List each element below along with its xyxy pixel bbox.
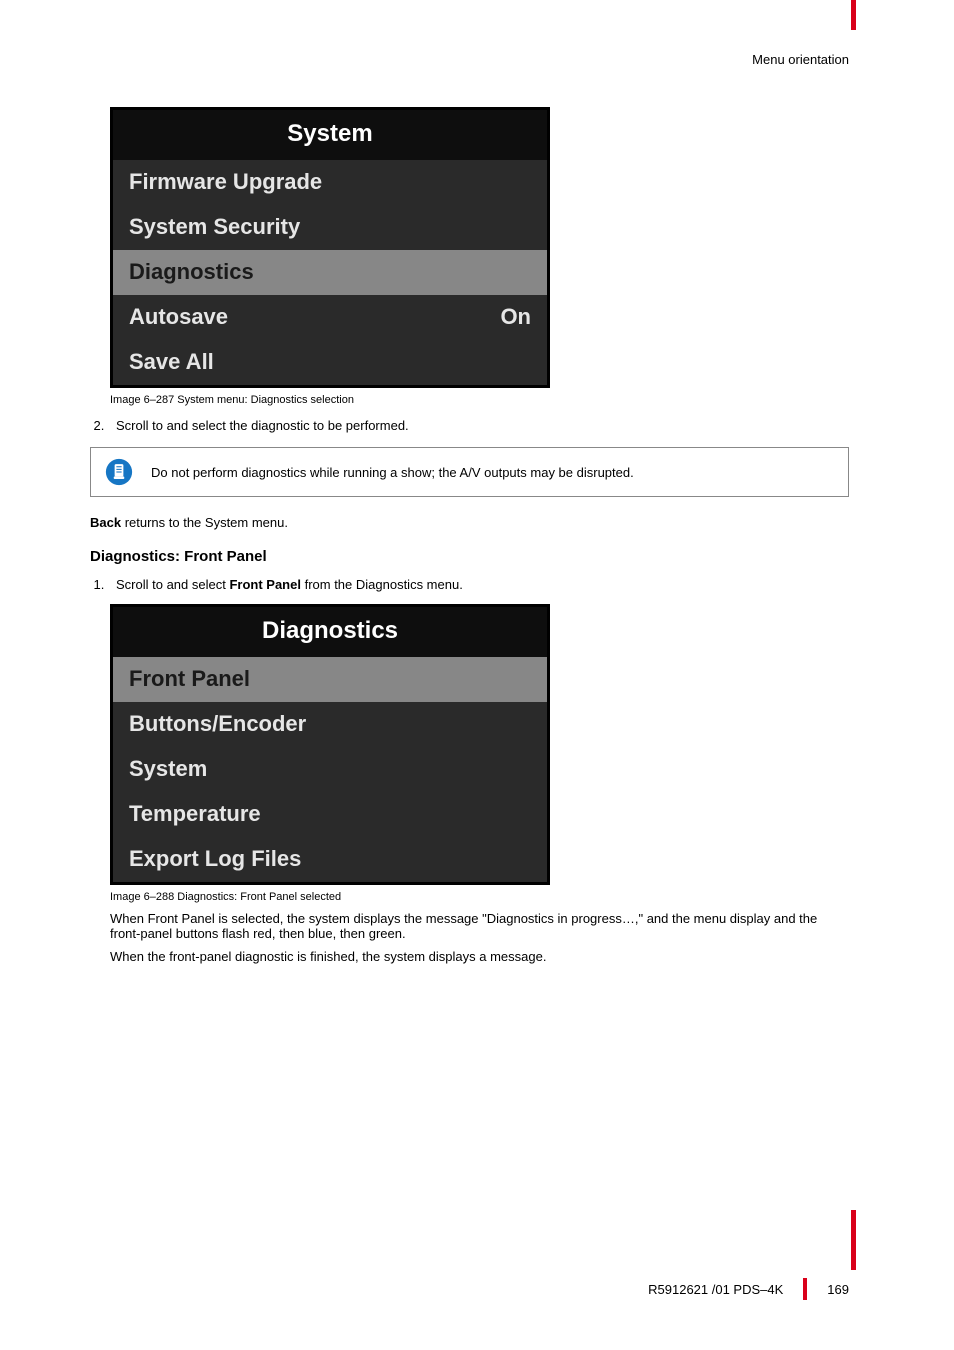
menu-item-label: Firmware Upgrade: [129, 169, 322, 195]
figure-caption-2: Image 6–288 Diagnostics: Front Panel sel…: [110, 891, 849, 903]
diagnostics-menu-title: Diagnostics: [113, 607, 547, 657]
step-1-suffix: from the Diagnostics menu.: [301, 577, 463, 592]
note-text: Do not perform diagnostics while running…: [151, 465, 634, 480]
note-box: Do not perform diagnostics while running…: [90, 447, 849, 497]
menu-item-label: Temperature: [129, 801, 261, 827]
menu-item-system-security[interactable]: System Security: [113, 205, 547, 250]
menu-item-label: System Security: [129, 214, 300, 240]
menu-item-label: Save All: [129, 349, 214, 375]
menu-item-temperature[interactable]: Temperature: [113, 792, 547, 837]
back-rest: returns to the System menu.: [121, 515, 288, 530]
footer-accent-bar: [851, 1210, 856, 1270]
menu-item-label: Diagnostics: [129, 259, 254, 285]
note-icon: [105, 458, 133, 486]
footer-separator-icon: [803, 1278, 807, 1300]
doc-id: R5912621 /01 PDS–4K: [648, 1282, 783, 1297]
header-accent-bar: [851, 0, 856, 30]
diagnostics-heading: Diagnostics: Front Panel: [90, 548, 849, 565]
step-1: Scroll to and select Front Panel from th…: [108, 577, 849, 592]
menu-item-export-log-files[interactable]: Export Log Files: [113, 837, 547, 882]
body-paragraph-2: When the front-panel diagnostic is finis…: [110, 949, 849, 964]
menu-item-front-panel[interactable]: Front Panel: [113, 657, 547, 702]
menu-item-autosave[interactable]: Autosave On: [113, 295, 547, 340]
body-paragraph-1: When Front Panel is selected, the system…: [110, 911, 849, 941]
menu-item-label: Front Panel: [129, 666, 250, 692]
menu-item-save-all[interactable]: Save All: [113, 340, 547, 385]
system-menu-title: System: [113, 110, 547, 160]
menu-item-label: Export Log Files: [129, 846, 301, 872]
page-number: 169: [827, 1282, 849, 1297]
page-footer: R5912621 /01 PDS–4K 169: [648, 1278, 849, 1300]
step-1-bold: Front Panel: [229, 577, 301, 592]
back-keyword: Back: [90, 515, 121, 530]
step-1-prefix: Scroll to and select: [116, 577, 229, 592]
menu-item-label: System: [129, 756, 207, 782]
running-header: Menu orientation: [90, 52, 849, 67]
menu-item-firmware-upgrade[interactable]: Firmware Upgrade: [113, 160, 547, 205]
menu-item-value: On: [500, 304, 531, 330]
menu-item-label: Autosave: [129, 304, 228, 330]
figure-caption-1: Image 6–287 System menu: Diagnostics sel…: [110, 394, 849, 406]
step-2: Scroll to and select the diagnostic to b…: [108, 418, 849, 433]
menu-item-system[interactable]: System: [113, 747, 547, 792]
menu-item-diagnostics[interactable]: Diagnostics: [113, 250, 547, 295]
menu-item-label: Buttons/Encoder: [129, 711, 306, 737]
diagnostics-menu-screenshot: Diagnostics Front Panel Buttons/Encoder …: [110, 604, 550, 885]
back-line: Back returns to the System menu.: [90, 515, 849, 530]
menu-item-buttons-encoder[interactable]: Buttons/Encoder: [113, 702, 547, 747]
system-menu-screenshot: System Firmware Upgrade System Security …: [110, 107, 550, 388]
